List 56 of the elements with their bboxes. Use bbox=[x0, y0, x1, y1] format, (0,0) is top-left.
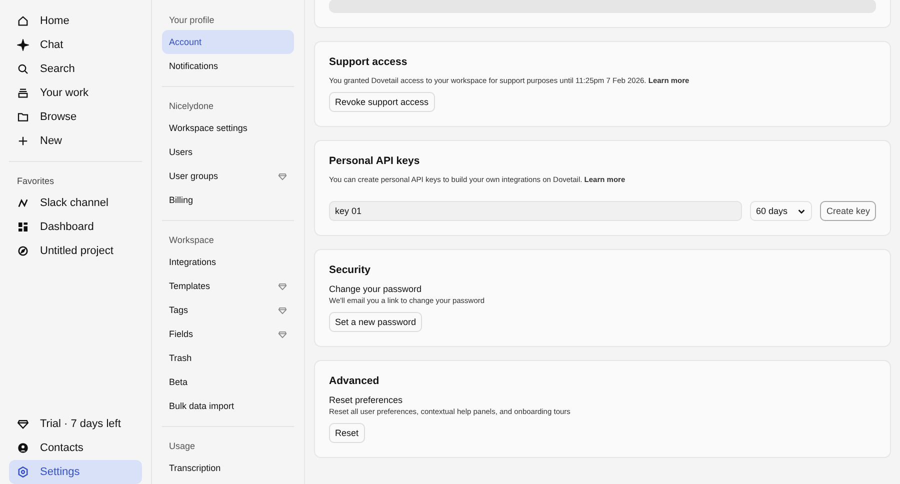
settings-nav-item[interactable]: Account bbox=[162, 30, 294, 54]
section-heading: Usage bbox=[168, 440, 196, 453]
settings-nav-item[interactable]: Trash bbox=[162, 346, 294, 370]
setting-label: Change your password bbox=[329, 284, 422, 294]
plus-icon bbox=[17, 135, 29, 147]
settings-nav-item[interactable]: Billing bbox=[162, 188, 294, 212]
sparkle-icon bbox=[17, 39, 29, 51]
section-heading: Favorites bbox=[16, 175, 56, 188]
sidebar-item[interactable]: New bbox=[9, 129, 142, 153]
key-name-field[interactable]: key 01 bbox=[329, 201, 742, 221]
settings-nav-item[interactable]: Templates bbox=[162, 274, 294, 298]
settings-icon bbox=[17, 466, 29, 478]
settings-nav-item[interactable]: Tags bbox=[162, 298, 294, 322]
settings-nav-item[interactable]: Fields bbox=[162, 322, 294, 346]
card-title: Support access bbox=[329, 56, 408, 68]
sidebar-item[interactable]: Chat bbox=[9, 33, 142, 57]
line-chart-icon bbox=[17, 197, 29, 209]
settings-nav-item[interactable]: Bulk data import bbox=[162, 394, 294, 418]
settings-nav-item[interactable]: Beta bbox=[162, 370, 294, 394]
card-title: Advanced bbox=[329, 375, 380, 387]
home-icon bbox=[17, 15, 29, 27]
section-heading: Nicelydone bbox=[168, 100, 215, 113]
sidebar-item[interactable]: Browse bbox=[9, 105, 142, 129]
stack-icon bbox=[17, 87, 29, 99]
person-icon bbox=[17, 442, 29, 454]
setting-label: Reset preferences bbox=[329, 395, 403, 405]
action-button[interactable]: Reset bbox=[329, 423, 365, 443]
card-title: Personal API keys bbox=[329, 155, 420, 167]
favorite-item[interactable]: Slack channel bbox=[9, 191, 142, 215]
sidebar-item[interactable]: Trial · 7 days left bbox=[9, 412, 142, 436]
revoke-button[interactable]: Revoke support access bbox=[329, 92, 435, 112]
favorite-item[interactable]: Dashboard bbox=[9, 215, 142, 239]
sidebar-item[interactable]: Contacts bbox=[9, 436, 142, 460]
favorite-item[interactable]: Untitled project bbox=[9, 239, 142, 263]
sidebar-item[interactable]: Settings bbox=[9, 460, 142, 484]
settings-nav-item[interactable]: Workspace settings bbox=[162, 116, 294, 140]
chevron-down-icon bbox=[797, 206, 806, 216]
section-heading: Workspace bbox=[168, 234, 215, 247]
compass-icon bbox=[17, 245, 29, 257]
section-heading: Your profile bbox=[168, 14, 216, 27]
settings-nav-item[interactable]: Users bbox=[162, 140, 294, 164]
settings-nav-item[interactable]: Integrations bbox=[162, 250, 294, 274]
sidebar-item[interactable]: Home bbox=[9, 9, 142, 33]
search-icon bbox=[17, 63, 29, 75]
settings-nav-item[interactable]: Notifications bbox=[162, 54, 294, 78]
gem-icon bbox=[17, 418, 29, 430]
create-key-button[interactable]: Create key bbox=[820, 201, 876, 221]
settings-nav-item[interactable]: User groups bbox=[162, 164, 294, 188]
dashboard-icon bbox=[17, 221, 29, 233]
action-button[interactable]: Set a new password bbox=[329, 312, 422, 332]
expiry-dropdown[interactable]: 60 days bbox=[750, 201, 812, 221]
sidebar-item[interactable]: Search bbox=[9, 57, 142, 81]
sidebar-item[interactable]: Your work bbox=[9, 81, 142, 105]
settings-nav-item[interactable]: Transcription bbox=[162, 456, 294, 480]
folder-icon bbox=[17, 111, 29, 123]
card-title: Security bbox=[329, 264, 370, 276]
